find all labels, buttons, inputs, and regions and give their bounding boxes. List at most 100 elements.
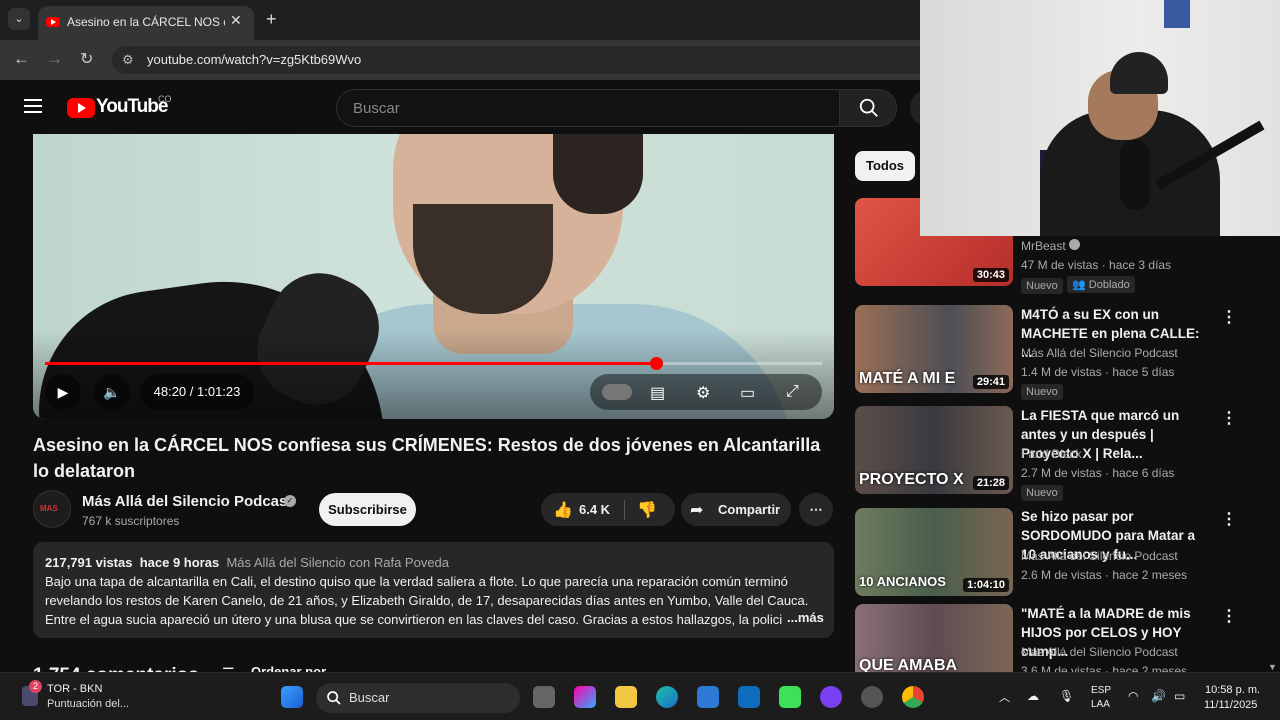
- thumbnail[interactable]: QUE AMABA: [855, 604, 1013, 672]
- tab-title: Asesino en la CÁRCEL NOS con: [67, 15, 225, 29]
- thumbnail-text: QUE AMABA: [859, 657, 958, 673]
- country-code: CO: [158, 94, 172, 104]
- upload-age: hace 9 horas: [139, 555, 220, 570]
- reload-icon[interactable]: ↻: [80, 49, 93, 69]
- wifi-icon[interactable]: ◠: [1128, 689, 1138, 703]
- duration-badge: 30:43: [972, 268, 1009, 282]
- taskbar-search[interactable]: Buscar: [316, 683, 520, 713]
- thumbnail[interactable]: PROYECTO X 21:28: [855, 406, 1013, 494]
- new-tab-icon[interactable]: +: [266, 9, 277, 30]
- search-input[interactable]: Buscar: [336, 89, 840, 127]
- more-options-icon[interactable]: ⋮: [1221, 509, 1237, 529]
- kick-icon[interactable]: [779, 686, 801, 708]
- more-options-icon[interactable]: ⋮: [1221, 606, 1237, 626]
- related-channel[interactable]: Más Allá del Silencio Podcast: [1021, 645, 1178, 659]
- like-count[interactable]: 6.4 K: [579, 502, 610, 517]
- new-badge: Nuevo: [1021, 384, 1063, 400]
- microphone-icon[interactable]: 🎙: [1059, 689, 1074, 703]
- related-views: 2.7 M de vistas · hace 6 días: [1021, 466, 1175, 480]
- theater-mode-icon[interactable]: ▭: [740, 383, 755, 403]
- subscribe-button[interactable]: Subscribirse: [319, 493, 416, 526]
- cloud-icon[interactable]: ☁: [1027, 689, 1039, 703]
- task-view-icon[interactable]: [533, 686, 555, 708]
- subtitles-icon[interactable]: ▤: [650, 383, 665, 403]
- autoplay-toggle[interactable]: [602, 384, 632, 400]
- chip-todos[interactable]: Todos: [855, 151, 915, 181]
- related-channel[interactable]: Más Allá del Silencio Podcast: [1021, 549, 1178, 563]
- duration-badge: 29:41: [972, 375, 1009, 389]
- widget-line1[interactable]: TOR - BKN: [47, 683, 102, 695]
- app-icon[interactable]: [820, 686, 842, 708]
- channel-label: MrBeast: [1021, 239, 1066, 253]
- description-text: Bajo una tapa de alcantarilla en Cali, e…: [45, 574, 809, 627]
- channel-name[interactable]: Más Allá del Silencio Podcast: [82, 493, 292, 510]
- play-button[interactable]: ▶: [45, 374, 81, 410]
- share-label[interactable]: Compartir: [718, 502, 780, 517]
- speaker-icon[interactable]: 🔊: [1151, 689, 1166, 703]
- dubbed-badge: 👥 Doblado: [1067, 276, 1135, 293]
- search-icon: [859, 98, 878, 117]
- file-explorer-icon[interactable]: [615, 686, 637, 708]
- start-icon[interactable]: [281, 686, 303, 708]
- progress-scrubber[interactable]: [650, 357, 663, 370]
- show-more-link[interactable]: ...más: [785, 610, 824, 625]
- dislike-icon[interactable]: 👎: [637, 500, 657, 520]
- show-hidden-icons-icon[interactable]: ︿: [999, 689, 1010, 705]
- related-channel[interactable]: Más Allá del Silencio Podcast: [1021, 346, 1178, 360]
- new-badge: Nuevo: [1021, 485, 1063, 501]
- youtube-logo-text[interactable]: YouTube: [96, 96, 168, 118]
- duration-badge: 21:28: [972, 476, 1009, 490]
- more-options-icon[interactable]: ⋮: [1221, 408, 1237, 428]
- tab-search-chevron-icon[interactable]: ⌄: [8, 8, 30, 30]
- uploader-line[interactable]: Más Allá del Silencio con Rafa Poveda: [226, 555, 449, 570]
- outlook-icon[interactable]: [738, 686, 760, 708]
- browser-tab-active[interactable]: Asesino en la CÁRCEL NOS con ✕: [38, 6, 254, 40]
- dubbed-label: Doblado: [1088, 279, 1130, 291]
- progress-bar-played[interactable]: [45, 362, 656, 365]
- app-icon-2[interactable]: [861, 686, 883, 708]
- store-icon[interactable]: [697, 686, 719, 708]
- settings-icon[interactable]: ⚙: [696, 383, 710, 403]
- thumbnail[interactable]: MATÉ A MI E 29:41: [855, 305, 1013, 393]
- duration-badge: 1:04:10: [963, 578, 1009, 592]
- close-tab-icon[interactable]: ✕: [230, 12, 242, 29]
- url-text[interactable]: youtube.com/watch?v=zg5Ktb69Wvo: [147, 52, 361, 67]
- thumbnail-text: PROYECTO X: [859, 471, 964, 488]
- fullscreen-icon[interactable]: ⤢: [786, 383, 799, 401]
- video-title: Asesino en la CÁRCEL NOS confiesa sus CR…: [33, 435, 821, 481]
- channel-avatar[interactable]: [33, 490, 71, 528]
- webcam-overlay: [920, 0, 1280, 236]
- like-icon[interactable]: 👍: [553, 500, 573, 520]
- clock-time[interactable]: 10:58 p. m.: [1205, 684, 1260, 696]
- language-line2[interactable]: LAA: [1091, 699, 1110, 710]
- related-channel[interactable]: MrBeast: [1021, 239, 1081, 253]
- search-button[interactable]: [839, 89, 897, 127]
- time-display: 48:20 / 1:01:23: [140, 374, 254, 410]
- forward-icon[interactable]: →: [46, 49, 63, 69]
- windows-taskbar: [0, 672, 1280, 720]
- widget-line2[interactable]: Puntuación del...: [47, 698, 129, 710]
- youtube-favicon-icon: [46, 17, 60, 27]
- notification-badge: 2: [29, 680, 42, 693]
- volume-icon[interactable]: 🔈: [94, 374, 130, 410]
- related-channel[interactable]: Farid Dieck: [1021, 447, 1082, 461]
- taskbar-search-label: Buscar: [349, 690, 390, 705]
- new-badge: Nuevo: [1021, 278, 1063, 294]
- verified-icon: [1069, 239, 1081, 250]
- chrome-icon[interactable]: [902, 686, 924, 708]
- scroll-down-arrow-icon[interactable]: ▼: [1268, 662, 1277, 672]
- description-meta: 217,791 vistas hace 9 horas Más Allá del…: [45, 555, 449, 570]
- battery-icon[interactable]: ▭: [1174, 689, 1185, 703]
- edge-icon[interactable]: [656, 686, 678, 708]
- copilot-icon[interactable]: [574, 686, 596, 708]
- language-line1[interactable]: ESP: [1091, 685, 1111, 696]
- site-info-icon[interactable]: ⚙: [122, 52, 134, 68]
- youtube-logo-icon[interactable]: [67, 98, 95, 118]
- share-icon: ➦: [690, 502, 704, 519]
- menu-icon[interactable]: [24, 99, 42, 113]
- more-options-icon[interactable]: ⋮: [1221, 307, 1237, 327]
- back-icon[interactable]: ←: [13, 49, 30, 69]
- clock-date[interactable]: 11/11/2025: [1204, 699, 1257, 711]
- thumbnail[interactable]: 10 ANCIANOS 1:04:10: [855, 508, 1013, 596]
- more-actions-icon[interactable]: ⋯: [799, 493, 833, 526]
